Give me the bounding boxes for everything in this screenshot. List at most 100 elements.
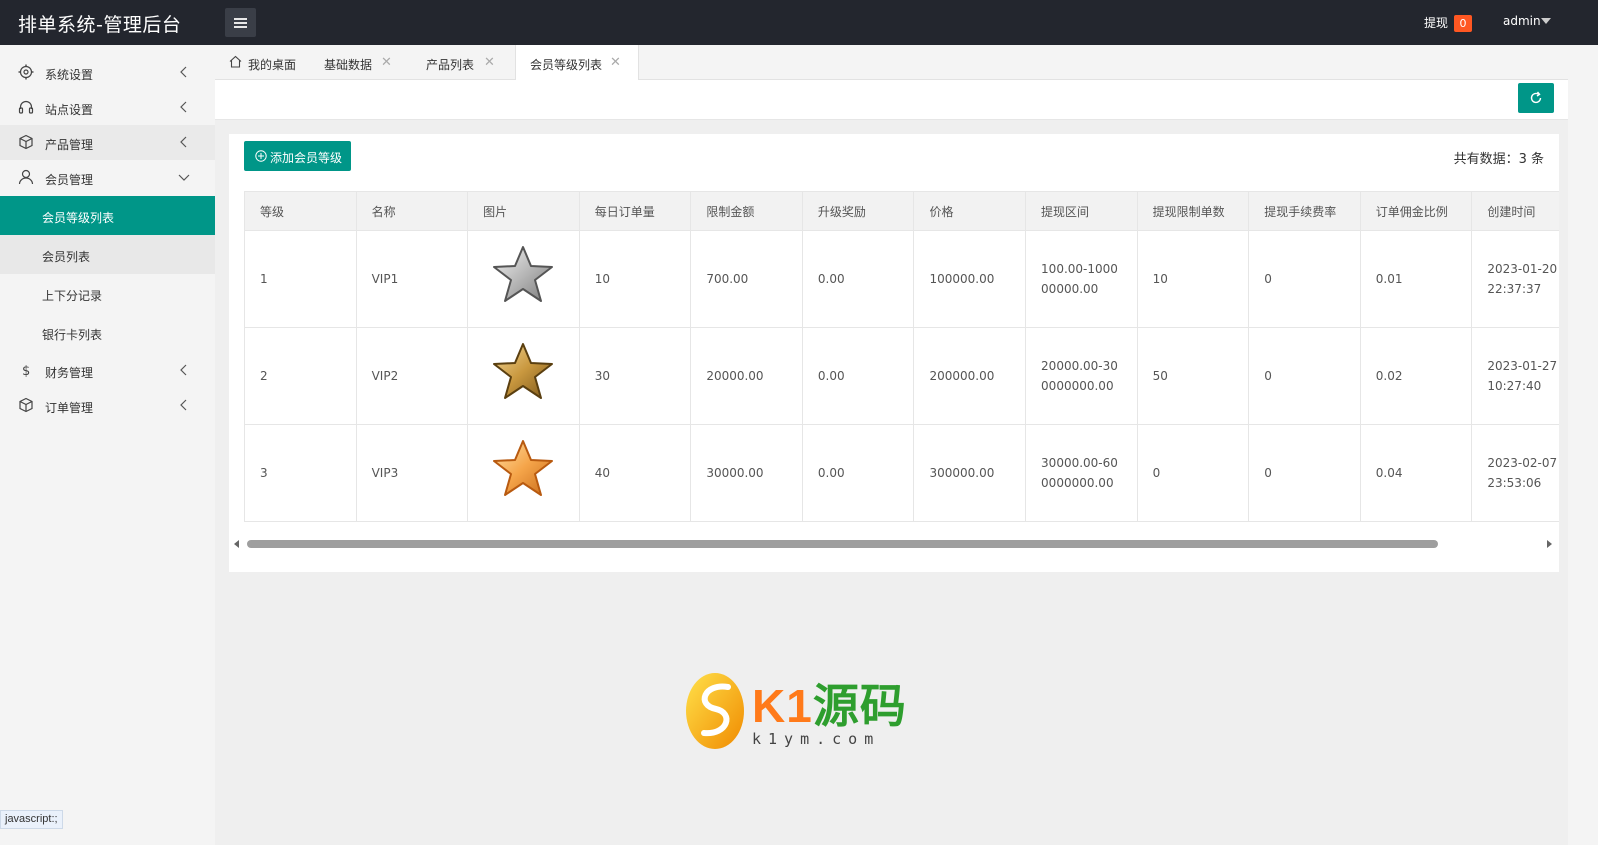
svg-text:$: $: [22, 364, 30, 378]
cell-price: 200000.00: [913, 327, 1027, 425]
cube-icon: [19, 134, 33, 150]
silver-star-icon[interactable]: [490, 243, 556, 309]
chevron-down-icon: [178, 174, 190, 181]
tab-bar: 我的桌面 基础数据 ✕ 产品列表 ✕ 会员等级列表 ✕: [215, 45, 1598, 81]
scroll-left-arrow-icon[interactable]: [234, 540, 239, 548]
cell-daily-orders: 10: [578, 230, 692, 328]
horizontal-scrollbar[interactable]: [229, 534, 1559, 554]
sidebar-item-label: 产品管理: [45, 138, 94, 152]
sidebar-item-label: 订单管理: [45, 401, 94, 415]
cell-withdraw-limit: 0: [1136, 424, 1250, 522]
sidebar-item-label: 会员管理: [45, 173, 94, 187]
refresh-button[interactable]: [1518, 83, 1554, 113]
user-icon: [18, 169, 34, 185]
column-header: 升级奖励: [801, 191, 915, 231]
watermark-logo-icon: [686, 673, 744, 749]
chevron-left-icon: [180, 364, 187, 376]
refresh-icon: [1530, 91, 1542, 104]
table-row: 2 VIP2 30 20000.00 0.00 200000.00 20000.…: [244, 327, 1559, 425]
cell-withdraw-range: 20000.00-300000000.00: [1025, 327, 1138, 425]
gold-star-icon[interactable]: [490, 340, 556, 406]
cell-name: VIP3: [355, 424, 469, 522]
plus-circle-icon: [255, 150, 267, 162]
sidebar-sub-label: 银行卡列表: [42, 328, 103, 342]
tab-desktop[interactable]: 我的桌面: [215, 45, 312, 80]
sidebar-item-label: 系统设置: [45, 68, 94, 82]
cell-fee-rate: 0: [1248, 230, 1361, 328]
sidebar-item-system-settings[interactable]: 系统设置: [0, 55, 215, 90]
cell-image: [467, 424, 580, 522]
close-icon[interactable]: ✕: [610, 55, 621, 70]
chevron-left-icon: [180, 101, 187, 113]
cell-upgrade-reward: 0.00: [801, 327, 915, 425]
gear-icon: [18, 64, 34, 80]
chevron-left-icon: [180, 399, 187, 411]
sidebar-item-member-management[interactable]: 会员管理: [0, 160, 215, 195]
cell-withdraw-limit: 10: [1136, 230, 1250, 328]
watermark-k1: K1: [752, 680, 813, 732]
hamburger-icon: [234, 18, 247, 20]
dollar-icon: $: [22, 364, 30, 378]
cell-limit-amount: 700.00: [690, 230, 803, 328]
cell-commission: 0.04: [1359, 424, 1473, 522]
toolstrip: [215, 80, 1568, 120]
headset-icon: [18, 100, 34, 114]
cell-withdraw-range: 30000.00-600000000.00: [1025, 424, 1138, 522]
column-header: 价格: [913, 191, 1027, 231]
sidebar-item-finance[interactable]: $ 财务管理: [0, 353, 215, 388]
close-icon[interactable]: ✕: [484, 55, 495, 70]
home-icon: [229, 55, 242, 68]
column-header: 限制金额: [690, 191, 803, 231]
withdraw-count-badge: 0: [1454, 15, 1472, 32]
tab-label: 产品列表: [426, 58, 475, 72]
table-header-row: 等级 名称 图片 每日订单量 限制金额 升级奖励 价格 提现区间 提现限制单数 …: [244, 191, 1559, 231]
tab-label: 会员等级列表: [530, 58, 603, 72]
sidebar-sub-bank-cards[interactable]: 银行卡列表: [0, 313, 215, 352]
cell-name: VIP1: [355, 230, 469, 328]
chevron-left-icon: [180, 66, 187, 78]
sidebar-item-label: 站点设置: [45, 103, 94, 117]
cell-name: VIP2: [355, 327, 469, 425]
column-header: 订单佣金比例: [1359, 191, 1473, 231]
watermark-url: k1ym.com: [752, 730, 881, 748]
cell-image: [467, 230, 580, 328]
table-row: 1 VIP1 10 700.00 0.00 100000.00 100.00-1…: [244, 230, 1559, 328]
sidebar-sub-points-log[interactable]: 上下分记录: [0, 274, 215, 313]
sidebar-sub-member-list[interactable]: 会员列表: [0, 235, 215, 274]
cell-commission: 0.02: [1359, 327, 1473, 425]
sidebar-sub-label: 会员等级列表: [42, 211, 115, 225]
tab-label: 我的桌面: [248, 58, 297, 72]
tab-product-list[interactable]: 产品列表 ✕: [414, 45, 516, 80]
tab-base-data[interactable]: 基础数据 ✕: [312, 45, 414, 80]
cube-icon: [19, 397, 33, 413]
orange-star-icon[interactable]: [490, 437, 556, 503]
add-member-level-button[interactable]: 添加会员等级: [244, 141, 351, 171]
sidebar-item-site-settings[interactable]: 站点设置: [0, 90, 215, 125]
sidebar-item-product-management[interactable]: 产品管理: [0, 125, 215, 160]
cell-limit-amount: 20000.00: [690, 327, 803, 425]
sidebar-sub-member-levels[interactable]: 会员等级列表: [0, 196, 215, 235]
close-icon[interactable]: ✕: [381, 55, 392, 70]
user-menu[interactable]: admin: [1503, 14, 1541, 28]
cell-fee-rate: 0: [1248, 327, 1361, 425]
scroll-right-arrow-icon[interactable]: [1547, 540, 1552, 548]
tab-member-levels[interactable]: 会员等级列表 ✕: [515, 45, 639, 81]
column-header: 提现区间: [1025, 191, 1138, 231]
data-table-wrapper[interactable]: 等级 名称 图片 每日订单量 限制金额 升级奖励 价格 提现区间 提现限制单数 …: [244, 191, 1559, 523]
caret-down-icon[interactable]: [1541, 18, 1551, 24]
top-bar: 排单系统-管理后台 提现 0 admin: [0, 0, 1598, 45]
browser-status-bar: javascript:;: [0, 810, 63, 829]
cell-commission: 0.01: [1359, 230, 1473, 328]
sidebar-item-orders[interactable]: 订单管理: [0, 388, 215, 423]
scrollbar-thumb[interactable]: [247, 540, 1438, 548]
column-header: 提现手续费率: [1248, 191, 1361, 231]
withdraw-link[interactable]: 提现: [1424, 14, 1448, 31]
cell-created: 2023-01-20 22:37:37: [1471, 230, 1559, 328]
member-level-table: 等级 名称 图片 每日订单量 限制金额 升级奖励 价格 提现区间 提现限制单数 …: [244, 191, 1559, 522]
watermark-brand: K1源码: [752, 670, 907, 736]
cell-level: 1: [244, 230, 357, 328]
cell-image: [467, 327, 580, 425]
chevron-left-icon: [180, 136, 187, 148]
menu-toggle-button[interactable]: [225, 8, 256, 37]
column-header: 图片: [467, 191, 580, 231]
